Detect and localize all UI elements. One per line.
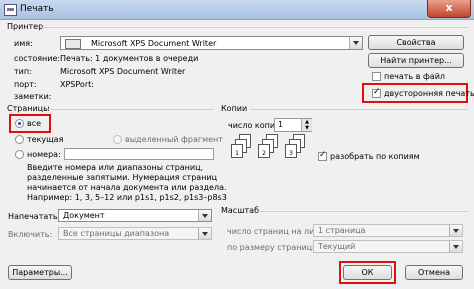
copies-group-label: Копии <box>221 104 248 113</box>
chevron-down-icon[interactable] <box>198 228 211 239</box>
current-page-radio[interactable] <box>15 135 24 144</box>
copies-count-input[interactable]: 1 ▲ ▼ <box>274 118 312 132</box>
chevron-down-icon[interactable] <box>449 225 462 236</box>
current-page-label: текущая <box>27 135 64 144</box>
print-what-label: Напечатать: <box>8 212 61 221</box>
pages-hint-line-3: начинается от начала документа или разде… <box>27 183 227 192</box>
fit-to-page-label: по размеру страницы: <box>227 243 322 252</box>
fit-to-page-select[interactable]: Текущий <box>313 240 463 253</box>
printer-group-label: Принтер <box>7 22 44 31</box>
printer-name-value: Microsoft XPS Document Writer <box>91 39 217 48</box>
printer-state-value: Печать: 1 документов в очереди <box>60 54 199 63</box>
duplex-label: двусторонняя печать <box>384 89 474 98</box>
collate-page: 2 <box>258 144 270 158</box>
page-numbers-radio[interactable] <box>15 150 24 159</box>
copies-count-value: 1 <box>278 120 284 129</box>
printer-type-label: тип: <box>14 67 32 76</box>
printer-icon <box>4 4 17 16</box>
all-pages-label: все <box>27 119 42 128</box>
spin-down-icon[interactable]: ▼ <box>301 125 312 131</box>
printer-name-select[interactable]: Microsoft XPS Document Writer <box>60 36 363 50</box>
print-what-select[interactable]: Документ <box>58 209 212 222</box>
printer-type-value: Microsoft XPS Document Writer <box>60 67 186 76</box>
pages-hint-line-4: Например: 1, 3, 5–12 или p1s1, p1s2, p1s… <box>27 193 227 202</box>
include-value: Все страницы диапазона <box>63 229 170 238</box>
pages-hint-line-2: разделенные запятыми. Нумерация страниц <box>27 173 218 182</box>
pages-per-sheet-value: 1 страница <box>318 226 366 235</box>
cancel-button[interactable]: Отмена <box>405 265 463 280</box>
print-what-value: Документ <box>63 211 105 220</box>
printer-port-label: порт: <box>14 80 37 89</box>
scale-group-divider <box>258 211 468 212</box>
copies-group-divider <box>250 109 468 110</box>
options-button[interactable]: Параметры... <box>8 265 72 280</box>
printer-name-label: имя: <box>14 39 33 48</box>
chevron-down-icon[interactable] <box>198 210 211 221</box>
printer-small-icon <box>65 39 81 49</box>
page-numbers-input[interactable] <box>64 148 214 160</box>
include-label: Включить: <box>8 230 53 239</box>
duplex-checkbox[interactable] <box>372 87 381 98</box>
pages-hint-line-1: Введите номера или диапазоны страниц, <box>27 163 204 172</box>
title-bar: Печать x <box>0 0 474 20</box>
ok-button[interactable]: ОК <box>343 265 392 280</box>
print-to-file-label: печать в файл <box>384 72 446 81</box>
collate-page: 1 <box>231 144 243 158</box>
printer-notes-label: заметки: <box>14 92 52 101</box>
selection-radio[interactable] <box>113 135 122 144</box>
chevron-down-icon[interactable] <box>449 241 462 252</box>
print-to-file-checkbox[interactable] <box>372 72 381 81</box>
all-pages-radio[interactable] <box>15 119 24 128</box>
collate-page: 3 <box>285 144 297 158</box>
window-title: Печать <box>20 4 54 14</box>
printer-group-divider <box>40 27 468 28</box>
printer-state-label: состояние: <box>14 54 61 63</box>
selection-label: выделенный фрагмент <box>125 135 223 144</box>
chevron-down-icon[interactable] <box>349 37 362 49</box>
properties-button[interactable]: Свойства <box>368 35 464 50</box>
close-button[interactable]: x <box>427 0 471 18</box>
print-dialog: Печать x Принтер имя: Microsoft XPS Docu… <box>0 0 474 289</box>
fit-to-page-value: Текущий <box>318 242 356 251</box>
pages-per-sheet-select[interactable]: 1 страница <box>313 224 463 237</box>
include-select[interactable]: Все страницы диапазона <box>58 227 212 240</box>
pages-group-divider <box>48 109 214 110</box>
printer-port-value: XPSPort: <box>60 80 94 89</box>
collate-label: разобрать по копиям <box>330 152 420 161</box>
pages-group-label: Страницы <box>7 104 50 113</box>
page-numbers-label: номера: <box>27 150 61 159</box>
scale-group-label: Масштаб <box>221 206 260 215</box>
collate-checkbox[interactable] <box>318 150 327 161</box>
find-printer-button[interactable]: Найти принтер... <box>368 53 464 68</box>
